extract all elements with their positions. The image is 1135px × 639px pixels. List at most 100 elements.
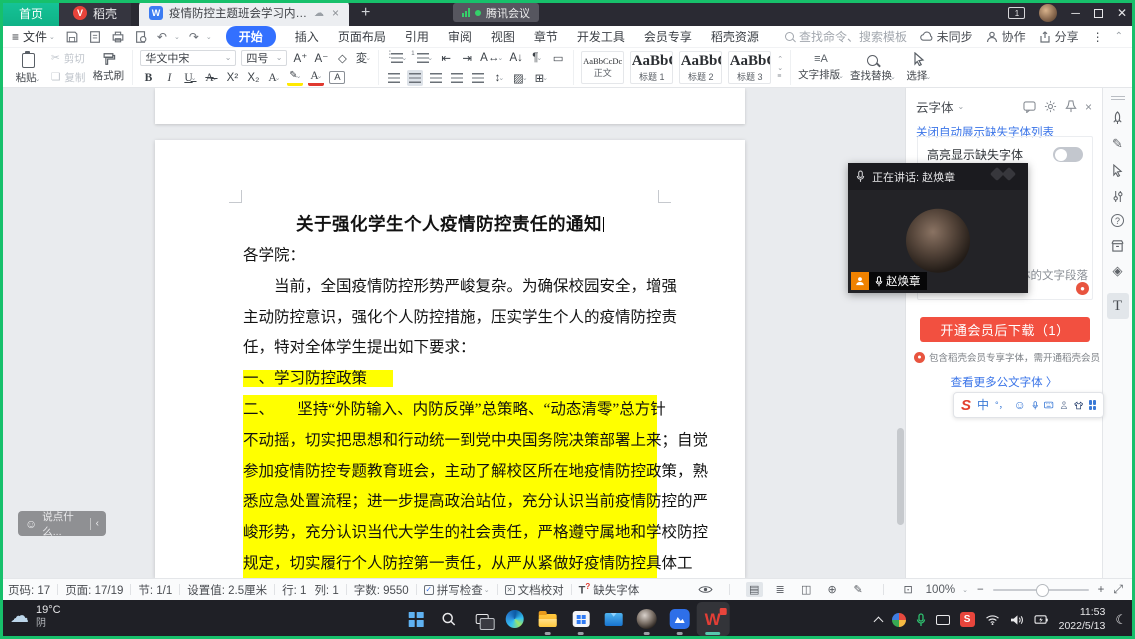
- resource-shop-icon[interactable]: [1110, 237, 1126, 253]
- wps-office-button[interactable]: W: [696, 602, 729, 636]
- section-status[interactable]: 节: 1/1: [138, 582, 172, 598]
- doc-line[interactable]: 当前，全国疫情防控形势严峻复杂。为确保校园安全，增强: [243, 272, 657, 303]
- close-button[interactable]: ✕: [1117, 6, 1127, 20]
- wifi-icon[interactable]: [985, 614, 1000, 625]
- tab-insert[interactable]: 插入: [295, 28, 319, 45]
- zoom-slider[interactable]: [993, 589, 1089, 591]
- character-shading-button[interactable]: A: [329, 71, 345, 84]
- chat-collapse-icon[interactable]: ‹: [96, 518, 99, 529]
- meeting-app-button[interactable]: [663, 602, 696, 636]
- pinyin-guide-button[interactable]: 変⌄: [355, 50, 371, 66]
- read-view-button[interactable]: ◫: [798, 582, 815, 597]
- eye-protect-icon[interactable]: [698, 584, 713, 595]
- outline-view-button[interactable]: ≣: [772, 582, 789, 597]
- bullet-list-button[interactable]: ⌄: [386, 50, 407, 66]
- document-content[interactable]: 关于强化学生个人疫情防控责任的通知 各学院： 当前，全国疫情防控形势严峻复杂。为…: [243, 212, 657, 578]
- highlight-color-button[interactable]: ✎⌄: [287, 70, 303, 86]
- collapse-ribbon-icon[interactable]: ⌃: [1115, 31, 1123, 42]
- adjust-slider-icon[interactable]: [1110, 188, 1126, 204]
- tab-docer-resources[interactable]: 稻壳资源: [711, 28, 759, 45]
- align-left-button[interactable]: [386, 70, 402, 86]
- export-pdf-icon[interactable]: [88, 30, 102, 44]
- decrease-indent-button[interactable]: ⇤: [438, 50, 454, 66]
- volume-icon[interactable]: [1010, 614, 1024, 626]
- cast-display-icon[interactable]: [936, 615, 950, 625]
- share-button[interactable]: 分享: [1039, 28, 1079, 45]
- margin-setting-status[interactable]: 设置值: 2.5厘米: [187, 582, 267, 598]
- font-name-select[interactable]: 华文中宋⌄: [140, 50, 236, 66]
- help-icon[interactable]: ?: [1111, 214, 1124, 227]
- taskbar-clock[interactable]: 11:53 2022/5/13: [1059, 606, 1106, 632]
- meeting-indicator-pill[interactable]: 腾讯会议: [453, 3, 539, 22]
- strikethrough-button[interactable]: A⌄: [203, 70, 219, 86]
- tab-ruler-button[interactable]: ▭: [550, 50, 566, 66]
- focus-assist-moon-icon[interactable]: ☾: [1115, 612, 1127, 628]
- character-scale-button[interactable]: A↔⌄: [480, 50, 503, 66]
- highlight-missing-font-toggle[interactable]: [1053, 147, 1083, 162]
- panel-close-icon[interactable]: ×: [1085, 100, 1092, 114]
- style-normal[interactable]: AaBbCcDc 正文: [581, 51, 624, 84]
- user-app-button[interactable]: [630, 602, 663, 636]
- feedback-icon[interactable]: [1023, 101, 1036, 113]
- panel-title-dropdown-icon[interactable]: ⌄: [958, 102, 965, 111]
- tab-section[interactable]: 章节: [534, 28, 558, 45]
- distribute-button[interactable]: [470, 70, 486, 86]
- find-replace-button[interactable]: 查找替换⌄: [850, 52, 896, 83]
- print-preview-icon[interactable]: [134, 30, 148, 44]
- text-effects-button[interactable]: A⌄: [266, 70, 282, 86]
- toolbox-person-icon[interactable]: [1060, 399, 1068, 411]
- format-painter-button[interactable]: 格式刷: [91, 52, 125, 83]
- column-status[interactable]: 列: 1: [314, 582, 338, 598]
- tab-start[interactable]: 开始: [226, 26, 276, 47]
- fit-page-button[interactable]: ⊡: [900, 582, 917, 597]
- save-icon[interactable]: [65, 30, 79, 44]
- meeting-video-overlay[interactable]: 正在讲话: 赵焕章 赵焕章: [848, 163, 1028, 293]
- select-cursor-icon[interactable]: [1110, 162, 1126, 178]
- styles-scroll-down-icon[interactable]: ⌄: [777, 64, 783, 72]
- tab-home[interactable]: 首页: [3, 0, 59, 26]
- doc-line[interactable]: 主动防控意识，强化个人防控措施，压实学生个人的疫情防控责: [243, 303, 657, 334]
- doc-line[interactable]: 任，特对全体学生提出如下要求：: [243, 333, 657, 364]
- clear-format-button[interactable]: ◇: [334, 50, 350, 66]
- line-spacing-button[interactable]: ↕⌄: [491, 70, 507, 86]
- pin-icon[interactable]: [1065, 100, 1077, 113]
- redo-icon[interactable]: ↷: [189, 30, 199, 44]
- doc-line-highlighted[interactable]: 峻形势，充分认识当代大学生的社会责任，严格遵守属地和学校防控: [243, 518, 657, 549]
- tab-references[interactable]: 引用: [405, 28, 429, 45]
- start-button[interactable]: [399, 602, 432, 636]
- style-heading1[interactable]: AaBbCcDc 标题 1: [630, 51, 673, 84]
- microsoft-store-button[interactable]: [564, 602, 597, 636]
- text-layout-button[interactable]: ≡A 文字排版⌄: [798, 53, 844, 82]
- account-avatar[interactable]: [1039, 4, 1057, 22]
- zoom-in-button[interactable]: +: [1098, 584, 1105, 596]
- zoom-out-button[interactable]: −: [977, 584, 984, 596]
- workspace-icon[interactable]: 1: [1008, 7, 1025, 19]
- tab-dev-tools[interactable]: 开发工具: [577, 28, 625, 45]
- voice-input-icon[interactable]: [1032, 399, 1038, 412]
- document-proofing-button[interactable]: ✕文档校对: [505, 582, 564, 598]
- weather-widget[interactable]: ☁ 19°C阴: [10, 604, 61, 629]
- page-number-status[interactable]: 页码: 17: [8, 582, 50, 598]
- panel-title[interactable]: 云字体: [916, 97, 954, 116]
- security-app-icon[interactable]: [892, 613, 906, 627]
- soft-keyboard-icon[interactable]: [1044, 400, 1053, 410]
- command-search[interactable]: 查找命令、搜索模板: [785, 28, 907, 45]
- fullscreen-icon[interactable]: ⤢: [1113, 582, 1123, 597]
- decrease-font-button[interactable]: A⁻: [313, 50, 329, 66]
- doc-line[interactable]: 各学院：: [243, 241, 657, 272]
- tab-member-exclusive[interactable]: 会员专享: [644, 28, 692, 45]
- paste-button[interactable]: 粘贴⌄: [11, 51, 45, 85]
- doc-line-highlighted[interactable]: 悉应急处置流程；进一步提高政治站位，充分认识当前疫情防控的严: [243, 487, 657, 518]
- new-tab-button[interactable]: +: [349, 4, 382, 22]
- skin-shirt-icon[interactable]: [1074, 400, 1083, 411]
- undo-dropdown-icon[interactable]: ⌄: [174, 33, 180, 41]
- doc-line-highlighted[interactable]: 二、 坚持“外防输入、内防反弹”总策略、“动态清零”总方针: [243, 395, 657, 426]
- minimize-button[interactable]: ─: [1071, 6, 1080, 20]
- font-size-select[interactable]: 四号⌄: [241, 50, 287, 66]
- doc-line-highlighted[interactable]: 参加疫情防控专题教育班会，主动了解校区所在地疫情防控政策，熟: [243, 457, 657, 488]
- panel-resize-handle[interactable]: [1111, 96, 1125, 100]
- mail-button[interactable]: [597, 602, 630, 636]
- spell-check-button[interactable]: ✓拼写检查⌄: [424, 582, 490, 598]
- document-title-line[interactable]: 关于强化学生个人疫情防控责任的通知: [243, 212, 657, 241]
- copy-button[interactable]: ❏复制: [51, 70, 85, 85]
